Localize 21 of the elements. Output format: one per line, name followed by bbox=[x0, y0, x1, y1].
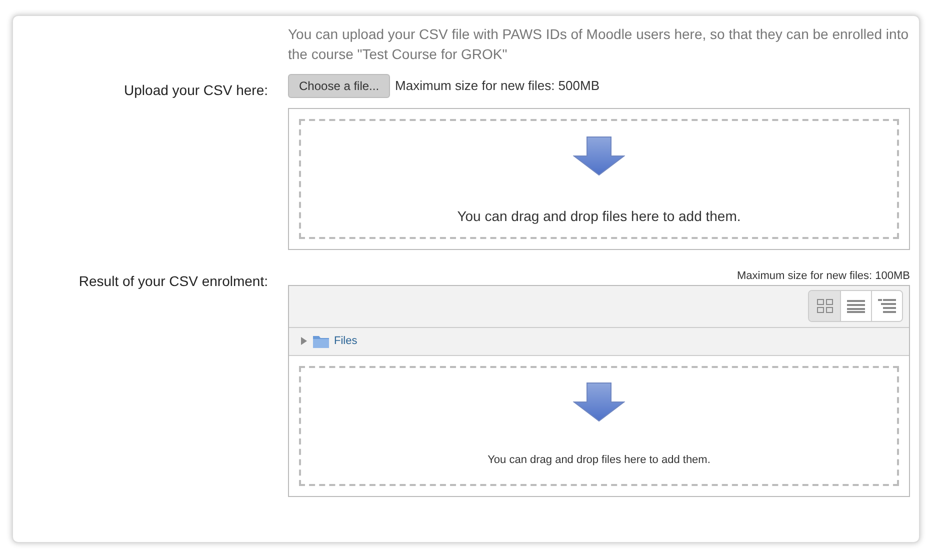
drop-zone[interactable]: You can drag and drop files here to add them. bbox=[299, 119, 899, 239]
drop-hint: You can drag and drop files here to add them. bbox=[488, 452, 710, 468]
down-arrow-icon bbox=[573, 136, 625, 176]
expand-arrow-icon[interactable] bbox=[301, 337, 308, 345]
choose-file-button[interactable]: Choose a file... bbox=[288, 74, 390, 98]
upload-label: Upload your CSV here: bbox=[124, 82, 268, 98]
down-arrow-icon bbox=[573, 382, 625, 422]
tree-view-icon bbox=[878, 299, 896, 313]
drop-zone[interactable]: You can drag and drop files here to add them. bbox=[299, 366, 899, 486]
intro-text: You can upload your CSV file with PAWS IDs of Moodle users here, so that they can be enrolled into the course "Test Course for GROK" bbox=[288, 25, 910, 64]
max-size-text: Maximum size for new files: 100MB bbox=[737, 269, 910, 284]
drop-hint: You can drag and drop files here to add them. bbox=[457, 207, 741, 226]
list-view-icon bbox=[847, 299, 865, 313]
result-label: Result of your CSV enrolment: bbox=[78, 273, 268, 289]
folder-icon bbox=[313, 334, 329, 348]
grid-view-icon bbox=[816, 299, 832, 313]
view-toggle-button[interactable] bbox=[809, 291, 840, 321]
folder-name[interactable]: Files bbox=[334, 332, 358, 350]
view-toggle-button[interactable] bbox=[840, 291, 871, 321]
max-size-text: Maximum size for new files: 500MB bbox=[395, 77, 600, 96]
view-toggle-button[interactable] bbox=[871, 291, 902, 321]
